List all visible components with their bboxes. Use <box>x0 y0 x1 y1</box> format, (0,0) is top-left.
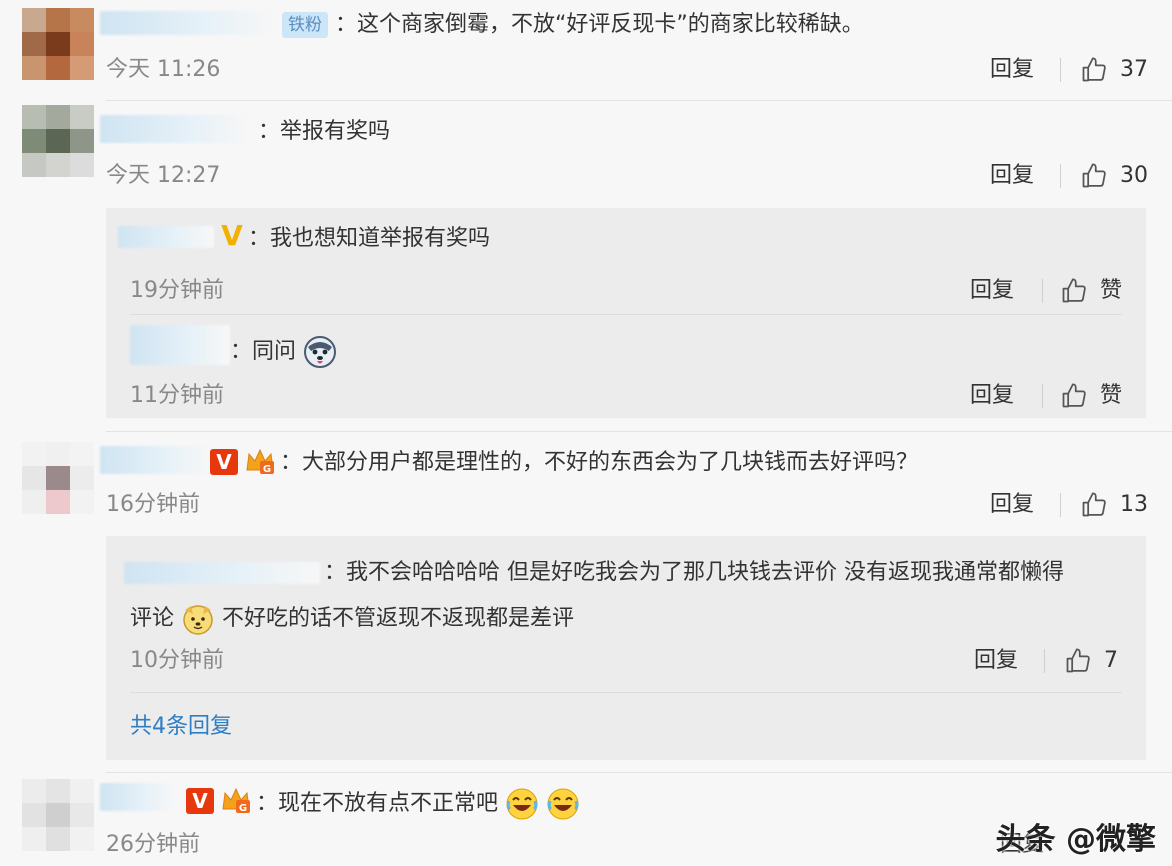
action-separator <box>1042 384 1043 408</box>
avatar[interactable] <box>22 105 94 177</box>
comment-time: 26分钟前 <box>106 832 200 857</box>
sub-reply-divider <box>130 692 1122 693</box>
action-separator <box>1060 164 1061 188</box>
sub-reply-item: V ：我也想知道举报有奖吗 19分钟前 回复 赞 <box>106 208 1146 314</box>
reply-button[interactable]: 回复 <box>970 381 1014 411</box>
sub-reply-box: ：我不会哈哈哈哈 但是好吃我会为了那几块钱去评价 没有返现我通常都懒得 评论 不… <box>106 536 1146 760</box>
action-separator <box>1060 58 1061 82</box>
reply-button[interactable]: 回复 <box>970 276 1014 306</box>
action-separator <box>1044 649 1045 673</box>
fan-badge: 铁粉 <box>282 12 328 38</box>
reply-button[interactable]: 回复 <box>990 490 1034 520</box>
like-count: 7 <box>1104 648 1118 673</box>
dog-emoji <box>183 605 213 635</box>
username-blurred[interactable] <box>100 446 210 474</box>
reply-time: 10分钟前 <box>130 648 224 673</box>
crown-icon: G <box>222 787 250 814</box>
username-blurred[interactable] <box>100 115 250 143</box>
like-count: 37 <box>1120 57 1148 82</box>
like-button[interactable]: 7 <box>1064 646 1118 676</box>
comment-item: 铁粉 ：这个商家倒霉，不放“好评反现卡”的商家比较稀缺。 今天 11:26 回复… <box>0 0 1172 100</box>
comment-text-content: ：现在不放有点不正常吧 <box>256 791 499 816</box>
sub-reply-box: V ：我也想知道举报有奖吗 19分钟前 回复 赞 ：同问 11分钟前 回复 赞 <box>106 208 1146 418</box>
username-blurred[interactable] <box>124 562 320 584</box>
reply-text: ：我也想知道举报有奖吗 <box>248 226 491 251</box>
like-button[interactable]: 赞 <box>1060 276 1122 306</box>
reply-time: 11分钟前 <box>130 383 224 408</box>
reply-text-line1: ：我不会哈哈哈哈 但是好吃我会为了那几块钱去评价 没有返现我通常都懒得 <box>324 560 1064 585</box>
like-count: 13 <box>1120 492 1148 517</box>
svg-text:G: G <box>239 803 247 814</box>
like-count: 30 <box>1120 163 1148 188</box>
reply-button[interactable]: 回复 <box>990 55 1034 85</box>
avatar[interactable] <box>22 779 94 851</box>
sub-reply-item: ：我不会哈哈哈哈 但是好吃我会为了那几块钱去评价 没有返现我通常都懒得 评论 不… <box>106 536 1146 686</box>
action-separator <box>1042 279 1043 303</box>
username-blurred[interactable] <box>100 783 176 811</box>
vip-v-badge: V <box>186 788 214 814</box>
husky-emoji <box>304 336 337 368</box>
thumbs-up-icon <box>1062 383 1086 408</box>
reply-time: 19分钟前 <box>130 278 224 303</box>
comment-feed: 铁粉 ：这个商家倒霉，不放“好评反现卡”的商家比较稀缺。 今天 11:26 回复… <box>0 0 1172 866</box>
thumbs-up-icon <box>1082 492 1106 517</box>
comment-time: 今天 12:27 <box>106 163 221 188</box>
like-label: 赞 <box>1100 383 1123 408</box>
username-blurred[interactable] <box>118 226 214 248</box>
vip-v-badge: V <box>210 449 238 475</box>
comment-time: 今天 11:26 <box>106 57 221 82</box>
comment-text: ：这个商家倒霉，不放“好评反现卡”的商家比较稀缺。 <box>335 12 864 37</box>
like-button[interactable]: 13 <box>1080 490 1148 520</box>
comment-text: ：大部分用户都是理性的，不好的东西会为了几块钱而去好评吗？ <box>280 450 919 475</box>
like-button[interactable]: 赞 <box>1060 381 1122 411</box>
like-button[interactable]: 30 <box>1080 161 1148 191</box>
like-button[interactable]: 37 <box>1080 55 1148 85</box>
username-blurred[interactable] <box>100 11 276 35</box>
svg-text:G: G <box>263 464 271 475</box>
thumbs-up-icon <box>1082 57 1106 82</box>
comment-text: ：举报有奖吗 <box>258 119 391 144</box>
thumbs-up-icon <box>1082 163 1106 188</box>
username-blurred[interactable] <box>130 325 230 365</box>
comment-item: ：举报有奖吗 今天 12:27 回复 30 V ：我也想知道举报有奖吗 19分钟… <box>0 101 1172 431</box>
crown-icon: G <box>246 448 274 475</box>
reply-text-content: ：同问 <box>230 339 297 364</box>
reply-text-line2: 评论 不好吃的话不管返现不返现都是差评 <box>130 602 574 636</box>
comment-time: 16分钟前 <box>106 492 200 517</box>
laughing-emoji <box>506 788 538 820</box>
like-label: 赞 <box>1100 278 1123 303</box>
avatar[interactable] <box>22 442 94 514</box>
reply-button[interactable]: 回复 <box>974 646 1018 676</box>
reply-text: ：同问 <box>230 335 337 369</box>
sub-reply-item: ：同问 11分钟前 回复 赞 <box>106 315 1146 418</box>
reply-text-part-b: 不好吃的话不管返现不返现都是差评 <box>222 606 575 631</box>
reply-text-part-a: 评论 <box>130 606 175 631</box>
v-verified-icon: V <box>221 219 243 252</box>
reply-button[interactable]: 回复 <box>990 161 1034 191</box>
thumbs-up-icon <box>1066 648 1090 673</box>
comment-item: V G ：大部分用户都是理性的，不好的东西会为了几块钱而去好评吗？ 16分钟前 … <box>0 432 1172 772</box>
avatar[interactable] <box>22 8 94 80</box>
more-replies-link[interactable]: 共4条回复 <box>130 712 232 742</box>
laughing-emoji <box>547 788 579 820</box>
action-separator <box>1060 493 1061 517</box>
watermark: 头条 @微擎 <box>995 822 1156 857</box>
comment-text: ：现在不放有点不正常吧 <box>256 787 580 821</box>
thumbs-up-icon <box>1062 278 1086 303</box>
